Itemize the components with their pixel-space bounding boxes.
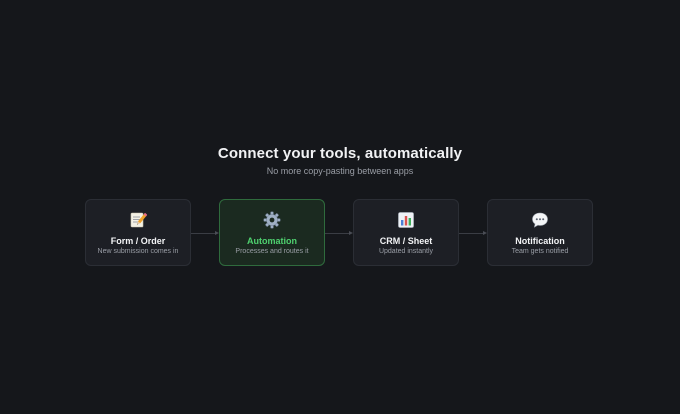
flow-step-notification: Notification Team gets notified: [487, 199, 593, 266]
flow-step-description: Team gets notified: [511, 248, 569, 255]
flow-step-label: Notification: [515, 236, 565, 246]
memo-pencil-icon: [86, 210, 190, 230]
flow-step-label: Form / Order: [110, 236, 166, 246]
bar-chart-icon: [354, 210, 458, 230]
flow-step-automation: Automation Processes and routes it: [219, 199, 325, 266]
flow-step-label: CRM / Sheet: [379, 236, 433, 246]
flow-arrow: [459, 231, 487, 235]
flow-step-label: Automation: [247, 236, 297, 246]
flow-step-description: Updated instantly: [378, 248, 434, 255]
speech-bubble-icon: [488, 210, 592, 230]
page-title: Connect your tools, automatically: [217, 145, 463, 162]
flow-step-description: New submission comes in: [97, 248, 179, 255]
flow-step-description: Processes and routes it: [235, 248, 309, 255]
flow-arrow: [191, 231, 219, 235]
automation-flow-panel: Connect your tools, automatically No mor…: [0, 0, 680, 414]
page-subtitle: No more copy-pasting between apps: [266, 166, 414, 176]
flow-step-form-order: Form / Order New submission comes in: [85, 199, 191, 266]
flow-arrow: [325, 231, 353, 235]
flow-step-crm-sheet: CRM / Sheet Updated instantly: [353, 199, 459, 266]
gear-icon: [220, 210, 324, 230]
